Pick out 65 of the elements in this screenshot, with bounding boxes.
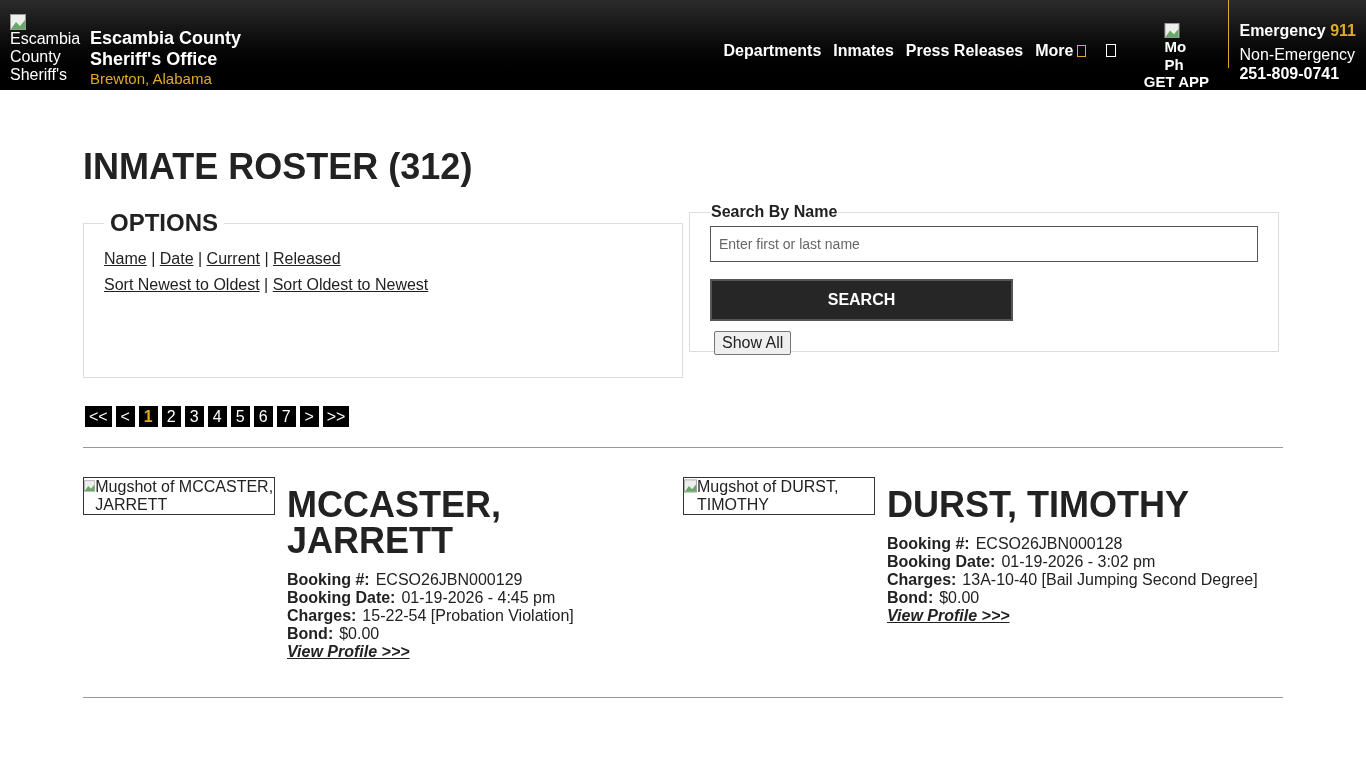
field-value: ECSO26JBN000129 — [375, 571, 523, 589]
field-value: 01-19-2026 - 3:02 pm — [1001, 553, 1156, 571]
page-link[interactable]: 4 — [207, 406, 227, 427]
page-link[interactable]: 2 — [161, 406, 181, 427]
image-alt-text: Mugshot of MCCASTER, JARRETT — [95, 478, 274, 514]
field-value: 13A-10-40 [Bail Jumping Second Degree] — [962, 571, 1258, 589]
field-label: Bond: — [887, 589, 934, 607]
sort-link[interactable]: Date — [159, 250, 194, 267]
field-value: $0.00 — [339, 625, 380, 643]
page-link[interactable]: >> — [322, 406, 350, 427]
nav-link[interactable]: Inmates — [833, 39, 894, 63]
broken-image-icon — [1164, 23, 1181, 38]
nav-link[interactable]: More — [1035, 39, 1074, 63]
view-profile-link[interactable]: View Profile >>> — [287, 643, 410, 661]
page-link[interactable]: < — [115, 406, 135, 427]
broken-image-icon — [84, 478, 96, 494]
non-emergency-label: Non-Emergency — [1239, 45, 1356, 65]
page-link[interactable]: 6 — [253, 406, 273, 427]
sort-link[interactable]: Released — [273, 250, 341, 267]
page-link[interactable]: 5 — [230, 406, 250, 427]
page-link[interactable]: 3 — [184, 406, 204, 427]
field-value: 01-19-2026 - 4:45 pm — [401, 589, 556, 607]
sort-link[interactable]: Current — [206, 250, 260, 267]
emergency-text: Emergency 911 — [1239, 21, 1356, 41]
inmate-name: MCCASTER, JARRETT — [287, 487, 502, 559]
page-link[interactable]: << — [85, 406, 112, 427]
field-label: Charges: — [887, 571, 957, 589]
field-label: Charges: — [287, 607, 357, 625]
separator-text: | — [263, 250, 270, 267]
broken-image-icon — [684, 478, 697, 494]
app-image-alt-text: Mo Ph — [1164, 38, 1188, 74]
page-link[interactable]: 7 — [276, 406, 296, 427]
sort-link[interactable]: Sort Newest to Oldest — [104, 276, 260, 293]
page-title: INMATE ROSTER (312) — [83, 146, 474, 188]
page-link[interactable]: > — [299, 406, 319, 427]
sort-link[interactable]: Name — [104, 250, 147, 267]
field-value: 15-22-54 [Probation Violation] — [362, 607, 574, 625]
field-label: Booking Date: — [287, 589, 396, 607]
field-label: Booking #: — [287, 571, 370, 589]
field-label: Bond: — [287, 625, 334, 643]
get-app-link[interactable]: GET APP — [1143, 74, 1210, 90]
name-search-field[interactable]: Enter first or last name — [710, 226, 1258, 262]
nav-link[interactable]: Press Releases — [905, 39, 1024, 63]
sort-link[interactable]: Sort Oldest to Newest — [272, 276, 429, 293]
image-alt-text: Mugshot of DURST, TIMOTHY — [697, 478, 840, 514]
logo-alt-text[interactable]: Escambia County Sheriff's — [10, 30, 80, 84]
separator-text: | — [196, 250, 204, 267]
page-link[interactable]: 1 — [138, 406, 158, 427]
field-label: Booking #: — [887, 535, 970, 553]
field-label: Booking Date: — [887, 553, 996, 571]
location-text: Brewton, Alabama — [90, 70, 213, 88]
inmate-name: DURST, TIMOTHY — [887, 487, 1190, 523]
search-legend: Search By Name — [710, 202, 839, 222]
nav-link[interactable]: Departments — [723, 39, 822, 63]
field-value: ECSO26JBN000128 — [975, 535, 1123, 553]
options-legend: OPTIONS — [104, 210, 224, 236]
show-all-button[interactable]: Show All — [714, 331, 792, 355]
phone-link[interactable]: 251-809-0741 — [1239, 65, 1356, 83]
separator-text: | — [150, 250, 157, 267]
site-name[interactable]: Escambia County Sheriff's Office — [90, 28, 290, 70]
view-profile-link[interactable]: View Profile >>> — [887, 607, 1010, 625]
field-value: $0.00 — [939, 589, 980, 607]
broken-image-icon — [10, 14, 26, 30]
separator-text: | — [263, 276, 270, 293]
search-button[interactable]: SEARCH — [710, 279, 1013, 321]
